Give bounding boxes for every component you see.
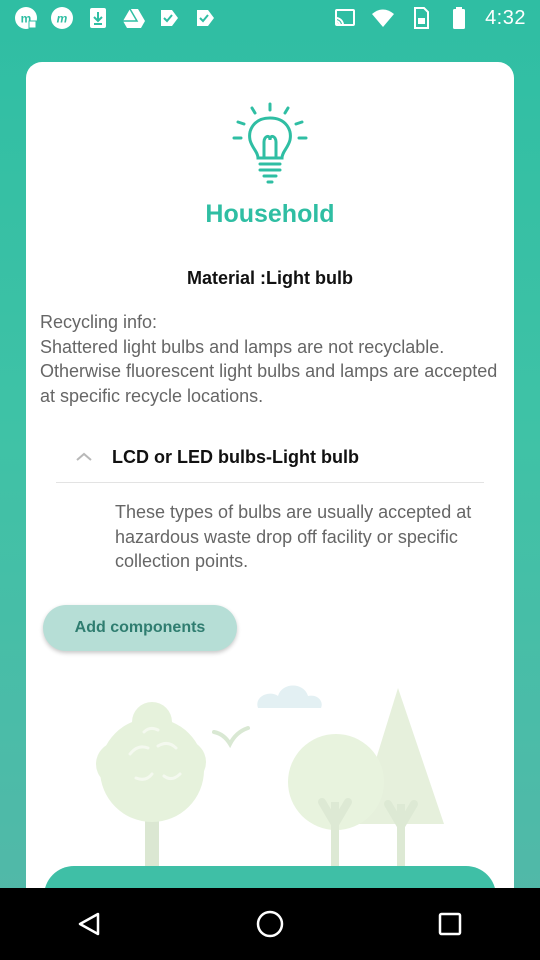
- component-accordion-header[interactable]: LCD or LED bulbs-Light bulb: [56, 432, 484, 482]
- recents-icon[interactable]: [420, 894, 480, 954]
- cloud-icon: [257, 685, 322, 708]
- notification-icons: m m: [0, 6, 218, 30]
- flag-check-icon: [158, 6, 182, 30]
- download-icon: [86, 6, 110, 30]
- recycling-info: Recycling info: Shattered light bulbs an…: [40, 310, 502, 408]
- component-description: These types of bulbs are usually accepte…: [115, 502, 472, 571]
- round-tree-left: [96, 702, 206, 888]
- cast-icon: [333, 6, 357, 30]
- navigation-bar: [0, 888, 540, 960]
- wifi-icon: [371, 6, 395, 30]
- drive-icon: [122, 6, 146, 30]
- svg-text:m: m: [57, 12, 68, 26]
- system-icons: 4:32: [333, 6, 540, 30]
- battery-icon: [447, 6, 471, 30]
- recycling-info-label: Recycling info:: [40, 312, 158, 332]
- add-components-button[interactable]: Add components: [43, 605, 237, 651]
- chevron-up-icon[interactable]: [56, 452, 112, 462]
- recycling-info-text: Shattered light bulbs and lamps are not …: [40, 336, 498, 406]
- status-bar: m m 4:32: [0, 0, 540, 36]
- status-time: 4:32: [485, 6, 526, 29]
- bird-icon: [212, 726, 250, 749]
- light-bulb-icon: [230, 102, 310, 184]
- home-icon[interactable]: [240, 894, 300, 954]
- bottom-action-bar[interactable]: [44, 866, 496, 888]
- flag-check-icon: [194, 6, 218, 30]
- trees-illustration: [96, 685, 444, 888]
- material-title: Material :Light bulb: [187, 268, 353, 288]
- divider: [56, 482, 484, 483]
- component-title: LCD or LED bulbs-Light bulb: [112, 446, 359, 467]
- material-card: Household Material :Light bulb Recycling…: [26, 62, 514, 888]
- sim-card-icon: [409, 6, 433, 30]
- m-notification-icon: m: [14, 6, 38, 30]
- back-icon[interactable]: [60, 894, 120, 954]
- category-title: Household: [205, 200, 335, 228]
- m-circle-notification-icon: m: [50, 6, 74, 30]
